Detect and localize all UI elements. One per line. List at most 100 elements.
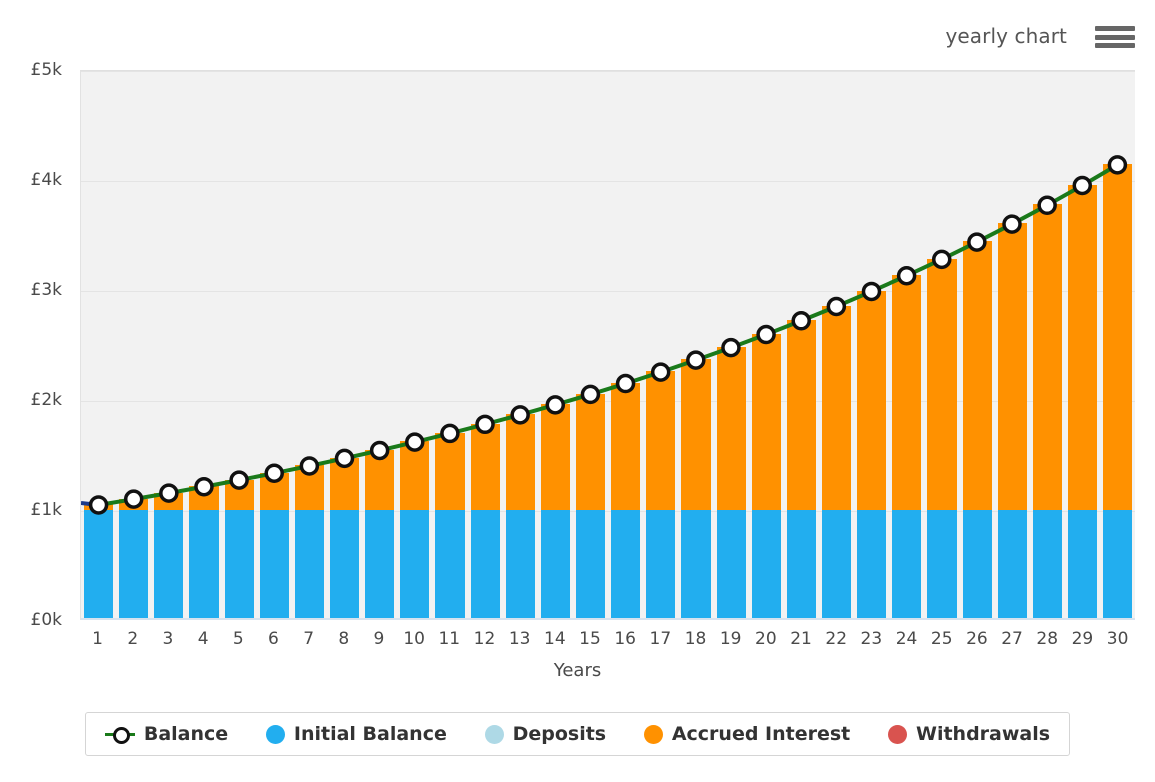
bar-slot[interactable] [960, 71, 995, 620]
stacked-bar[interactable] [400, 71, 430, 620]
bar-segment-accrued-interest[interactable] [997, 223, 1027, 510]
bar-segment-initial-balance[interactable] [1067, 510, 1098, 620]
bar-segment-initial-balance[interactable] [681, 510, 711, 620]
bar-slot[interactable] [1030, 71, 1065, 620]
bar-segment-initial-balance[interactable] [1103, 510, 1133, 620]
bar-segment-initial-balance[interactable] [927, 510, 957, 620]
bar-segment-initial-balance[interactable] [435, 510, 465, 620]
bar-slot[interactable] [81, 71, 116, 620]
bar-segment-initial-balance[interactable] [540, 510, 570, 620]
bar-segment-accrued-interest[interactable] [786, 320, 816, 510]
bar-segment-accrued-interest[interactable] [1067, 184, 1098, 510]
bar-slot[interactable] [468, 71, 503, 620]
bar-segment-accrued-interest[interactable] [681, 359, 711, 510]
bar-segment-initial-balance[interactable] [259, 510, 289, 620]
bar-segment-initial-balance[interactable] [716, 510, 746, 620]
bar-segment-initial-balance[interactable] [470, 510, 500, 620]
bar-segment-initial-balance[interactable] [611, 510, 641, 620]
bar-segment-accrued-interest[interactable] [857, 290, 887, 510]
bar-slot[interactable] [538, 71, 573, 620]
bar-slot[interactable] [714, 71, 749, 620]
bar-segment-accrued-interest[interactable] [575, 393, 606, 510]
bar-segment-initial-balance[interactable] [224, 510, 254, 620]
stacked-bar[interactable] [716, 71, 746, 620]
bar-slot[interactable] [362, 71, 397, 620]
bar-segment-accrued-interest[interactable] [646, 371, 676, 510]
bar-segment-initial-balance[interactable] [892, 510, 922, 620]
bar-slot[interactable] [819, 71, 854, 620]
bar-segment-initial-balance[interactable] [857, 510, 887, 620]
bar-segment-accrued-interest[interactable] [505, 414, 535, 510]
bar-slot[interactable] [995, 71, 1030, 620]
stacked-bar[interactable] [505, 71, 535, 620]
stacked-bar[interactable] [1067, 71, 1098, 620]
bar-segment-accrued-interest[interactable] [189, 486, 219, 510]
bar-segment-accrued-interest[interactable] [294, 465, 324, 510]
bar-segment-accrued-interest[interactable] [329, 457, 360, 510]
bar-slot[interactable] [116, 71, 151, 620]
legend-item-accrued-interest[interactable]: Accrued Interest [638, 723, 856, 745]
legend-item-withdrawals[interactable]: Withdrawals [882, 723, 1056, 745]
bar-segment-initial-balance[interactable] [997, 510, 1027, 620]
stacked-bar[interactable] [365, 71, 395, 620]
bar-slot[interactable] [292, 71, 327, 620]
bar-segment-initial-balance[interactable] [786, 510, 816, 620]
bar-segment-initial-balance[interactable] [400, 510, 430, 620]
stacked-bar[interactable] [681, 71, 711, 620]
bar-segment-accrued-interest[interactable] [1032, 204, 1062, 510]
stacked-bar[interactable] [786, 71, 816, 620]
bar-segment-accrued-interest[interactable] [751, 333, 781, 510]
stacked-bar[interactable] [611, 71, 641, 620]
bar-slot[interactable] [608, 71, 643, 620]
bar-slot[interactable] [854, 71, 889, 620]
stacked-bar[interactable] [154, 71, 184, 620]
bar-slot[interactable] [749, 71, 784, 620]
stacked-bar[interactable] [84, 71, 114, 620]
bar-segment-initial-balance[interactable] [751, 510, 781, 620]
bar-slot[interactable] [222, 71, 257, 620]
bar-segment-accrued-interest[interactable] [540, 404, 570, 510]
bar-slot[interactable] [503, 71, 538, 620]
hamburger-menu-icon[interactable] [1095, 24, 1135, 50]
stacked-bar[interactable] [927, 71, 957, 620]
bar-segment-initial-balance[interactable] [189, 510, 219, 620]
stacked-bar[interactable] [857, 71, 887, 620]
bar-segment-initial-balance[interactable] [365, 510, 395, 620]
bar-slot[interactable] [186, 71, 221, 620]
stacked-bar[interactable] [962, 71, 992, 620]
bar-segment-initial-balance[interactable] [294, 510, 324, 620]
bar-segment-accrued-interest[interactable] [119, 498, 149, 510]
bar-segment-accrued-interest[interactable] [611, 382, 641, 510]
bar-segment-initial-balance[interactable] [119, 510, 149, 620]
legend-item-initial-balance[interactable]: Initial Balance [260, 723, 453, 745]
bar-segment-accrued-interest[interactable] [470, 423, 500, 510]
bar-slot[interactable] [151, 71, 186, 620]
stacked-bar[interactable] [189, 71, 219, 620]
bar-segment-accrued-interest[interactable] [365, 449, 395, 510]
bar-segment-initial-balance[interactable] [505, 510, 535, 620]
stacked-bar[interactable] [540, 71, 570, 620]
stacked-bar[interactable] [435, 71, 465, 620]
stacked-bar[interactable] [751, 71, 781, 620]
bar-slot[interactable] [784, 71, 819, 620]
bar-segment-accrued-interest[interactable] [716, 346, 746, 510]
bar-segment-accrued-interest[interactable] [154, 492, 184, 510]
bar-slot[interactable] [889, 71, 924, 620]
stacked-bar[interactable] [259, 71, 289, 620]
bar-segment-initial-balance[interactable] [962, 510, 992, 620]
bar-segment-accrued-interest[interactable] [1103, 163, 1133, 510]
stacked-bar[interactable] [646, 71, 676, 620]
bar-segment-accrued-interest[interactable] [224, 479, 254, 510]
bar-segment-accrued-interest[interactable] [435, 432, 465, 510]
bar-slot[interactable] [257, 71, 292, 620]
bar-slot[interactable] [397, 71, 432, 620]
bar-segment-accrued-interest[interactable] [962, 241, 992, 510]
stacked-bar[interactable] [821, 71, 852, 620]
bar-segment-initial-balance[interactable] [821, 510, 852, 620]
stacked-bar[interactable] [119, 71, 149, 620]
bar-slot[interactable] [327, 71, 362, 620]
bar-segment-initial-balance[interactable] [84, 510, 114, 620]
bar-segment-initial-balance[interactable] [154, 510, 184, 620]
stacked-bar[interactable] [1032, 71, 1062, 620]
stacked-bar[interactable] [329, 71, 360, 620]
